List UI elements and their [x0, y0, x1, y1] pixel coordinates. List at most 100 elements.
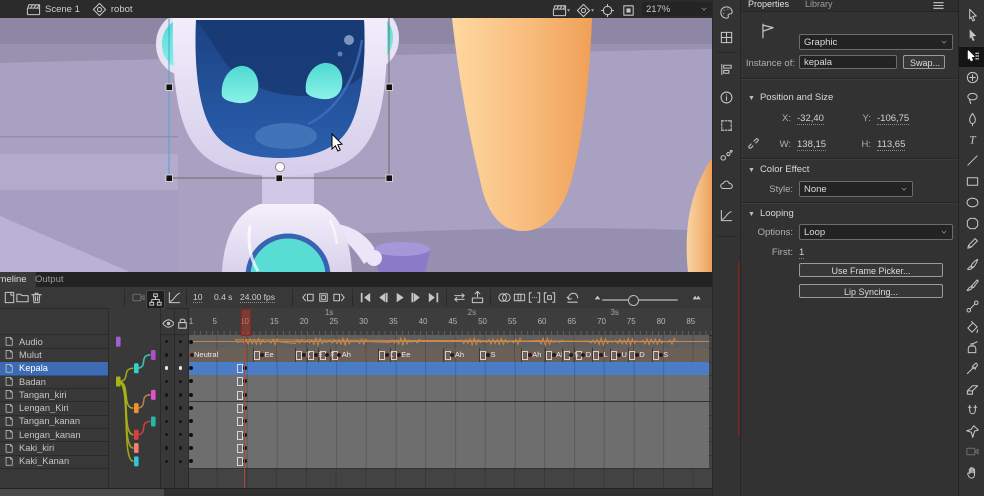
go-first-frame-icon[interactable] — [358, 290, 373, 305]
tab-output[interactable]: Output — [26, 272, 73, 287]
prev-frame-icon[interactable] — [375, 290, 390, 305]
pencil-tool[interactable] — [959, 234, 984, 254]
layer-frames-lengan_kanan[interactable] — [188, 428, 712, 442]
go-last-frame-icon[interactable] — [426, 290, 441, 305]
label-keyframe-dot[interactable] — [635, 353, 639, 357]
label-keyframe-dot[interactable] — [599, 353, 603, 357]
color-palette-icon[interactable] — [719, 5, 734, 20]
layer-frames-kaki_kiri[interactable] — [188, 441, 712, 455]
next-frame-icon[interactable] — [409, 290, 424, 305]
edit-scene-icon[interactable] — [552, 3, 567, 18]
ink-bottle-tool[interactable] — [959, 338, 984, 358]
layer-lock-toggle[interactable] — [179, 433, 183, 437]
edit-symbol-arrow-icon[interactable]: ▾ — [591, 7, 594, 14]
puppet-pin-tool[interactable] — [959, 421, 984, 441]
position-size-section-header[interactable]: ▼Position and Size — [748, 92, 833, 103]
instance-name-field[interactable] — [799, 55, 897, 69]
playhead-line[interactable] — [244, 335, 246, 488]
keyframe-dot[interactable] — [189, 340, 193, 344]
layer-frames-mulut[interactable]: NeutralEeDEFAhDEeAhSAhAhMDLUhDS — [188, 348, 712, 362]
layer-lock-toggle[interactable] — [179, 446, 183, 450]
layer-visibility-toggle[interactable] — [165, 433, 169, 437]
onion-prev-icon[interactable] — [300, 290, 315, 305]
layer-visibility-toggle[interactable] — [165, 366, 169, 370]
frame-span[interactable] — [242, 375, 710, 388]
playhead[interactable] — [241, 309, 251, 336]
frame-span[interactable] — [242, 428, 710, 441]
frame-rate-value[interactable]: 24.00 fps — [240, 292, 275, 303]
edit-symbol-icon[interactable] — [576, 3, 591, 18]
layer-lock-toggle[interactable] — [179, 406, 183, 410]
hand-tool[interactable] — [959, 463, 984, 483]
frame-span[interactable] — [188, 375, 242, 388]
text-tool[interactable]: T — [959, 130, 984, 150]
brush-library-icon[interactable] — [719, 148, 734, 163]
free-transform-tool[interactable] — [959, 47, 984, 67]
breadcrumb-scene[interactable]: Scene 1 — [45, 4, 80, 15]
frame-span[interactable] — [188, 441, 242, 454]
asset-warp-tool[interactable] — [959, 400, 984, 420]
graph-view-icon[interactable] — [167, 290, 182, 305]
label-keyframe-dot[interactable] — [617, 353, 621, 357]
layer-lock-toggle[interactable] — [179, 353, 183, 357]
layer-visibility-toggle[interactable] — [165, 340, 169, 344]
clapperboard-icon[interactable] — [26, 2, 41, 17]
label-keyframe-dot[interactable] — [302, 353, 306, 357]
layer-row-badan[interactable]: Badan — [0, 375, 108, 389]
eyedropper-tool[interactable] — [959, 359, 984, 379]
layer-visibility-toggle[interactable] — [165, 460, 169, 464]
creative-cloud-icon[interactable] — [719, 178, 734, 193]
transform-point[interactable] — [276, 163, 285, 172]
layer-lock-toggle[interactable] — [179, 340, 183, 344]
onion-current-icon[interactable] — [316, 290, 331, 305]
camera-icon[interactable] — [131, 290, 146, 305]
modify-markers-icon[interactable] — [542, 290, 557, 305]
layer-visibility-toggle[interactable] — [165, 446, 169, 450]
layer-row-tangan_kanan[interactable]: Tangan_kanan — [0, 415, 108, 429]
link-width-height-icon[interactable] — [746, 136, 761, 151]
color-effect-section-header[interactable]: ▼Color Effect — [748, 164, 809, 175]
onion-skin-icon[interactable] — [497, 290, 512, 305]
lip-syncing-button[interactable]: Lip Syncing... — [799, 284, 943, 298]
swap-button[interactable]: Swap... — [903, 55, 945, 69]
layer-visibility-toggle[interactable] — [165, 393, 169, 397]
frame-span[interactable] — [188, 455, 242, 468]
keyframe-dot[interactable] — [189, 433, 193, 437]
layer-frames-kaki_kanan[interactable] — [188, 455, 712, 469]
loop-options-select[interactable]: Loop — [799, 224, 953, 240]
classic-brush-tool[interactable] — [959, 255, 984, 275]
tab-library[interactable]: Library — [805, 0, 833, 9]
swatches-icon[interactable] — [719, 30, 734, 45]
transform-panel-icon[interactable] — [719, 118, 734, 133]
layer-lock-toggle[interactable] — [179, 420, 183, 424]
subselection-tool[interactable] — [959, 26, 984, 46]
frame-span[interactable] — [242, 415, 710, 428]
frame-span[interactable] — [242, 362, 710, 375]
layer-row-kepala[interactable]: Kepala — [0, 362, 108, 376]
current-frame-value[interactable]: 10 — [193, 292, 202, 303]
enlarge-frames-icon[interactable] — [688, 290, 703, 305]
frame-span[interactable] — [242, 455, 710, 468]
layer-visibility-toggle[interactable] — [165, 353, 169, 357]
camera-tool[interactable] — [959, 442, 984, 462]
play-icon[interactable] — [392, 290, 407, 305]
color-style-select[interactable]: None — [799, 181, 913, 197]
layer-visibility-toggle[interactable] — [165, 406, 169, 410]
layer-frames-tangan_kiri[interactable] — [188, 388, 712, 402]
gradient-transform-tool[interactable] — [959, 67, 984, 87]
layer-frames-lengan_kiri[interactable] — [188, 402, 712, 416]
layer-lock-toggle[interactable] — [179, 380, 183, 384]
layer-visibility-toggle[interactable] — [165, 420, 169, 424]
timeline-hscrollbar[interactable] — [164, 488, 712, 496]
first-frame-value[interactable]: 1 — [799, 247, 804, 259]
bone-tool[interactable] — [959, 296, 984, 316]
new-folder-icon[interactable] — [15, 290, 30, 305]
label-keyframe-dot[interactable] — [385, 353, 389, 357]
label-keyframe-dot[interactable] — [659, 353, 663, 357]
frame-span[interactable] — [188, 402, 242, 415]
loop-icon[interactable] — [452, 290, 467, 305]
polystar-tool[interactable] — [959, 213, 984, 233]
layer-frames-tangan_kanan[interactable] — [188, 415, 712, 429]
edit-scene-arrow-icon[interactable]: ▾ — [567, 7, 570, 14]
parent-view-icon[interactable] — [146, 290, 165, 309]
